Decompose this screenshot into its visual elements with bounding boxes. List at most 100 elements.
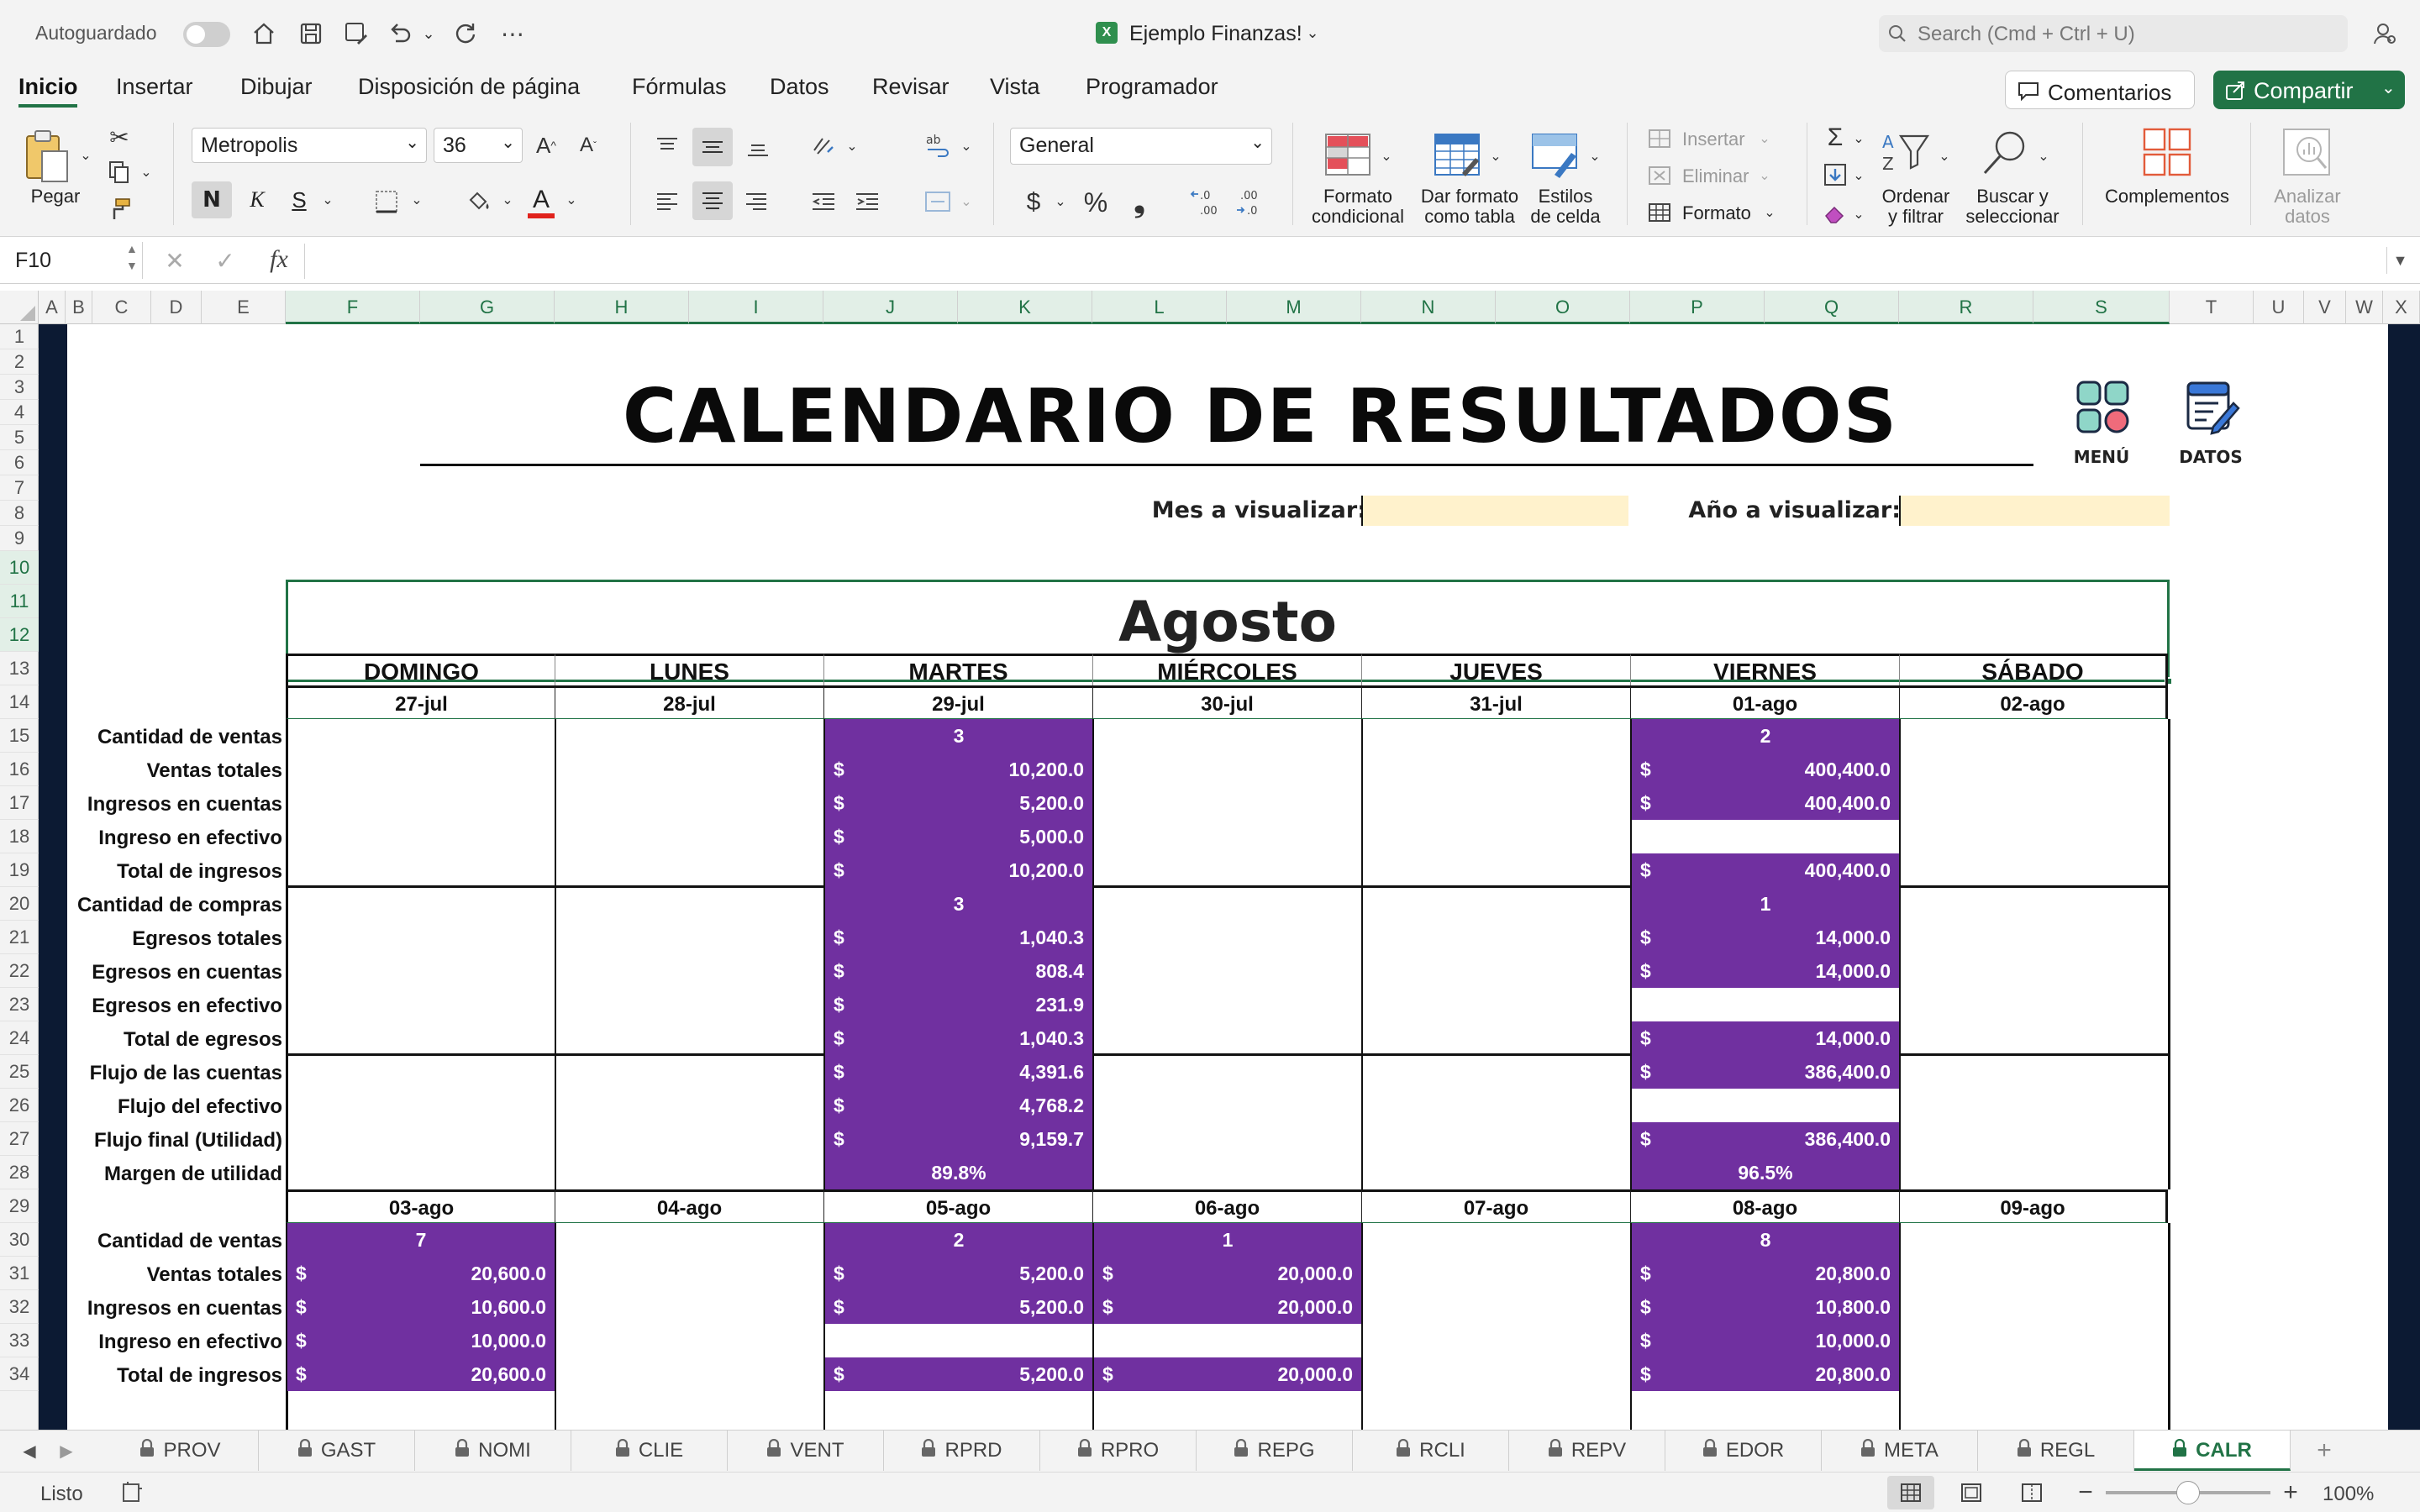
tab-scroll-left-icon[interactable]: ◀: [17, 1437, 42, 1464]
addins-icon[interactable]: [2139, 124, 2195, 180]
zoom-slider-thumb[interactable]: [2176, 1481, 2200, 1504]
autosum-dropdown-icon[interactable]: ⌄: [1850, 128, 1867, 150]
insert-dropdown-icon[interactable]: ⌄: [1756, 128, 1773, 150]
orientation-icon[interactable]: [805, 128, 842, 165]
bold-button[interactable]: N: [192, 181, 232, 218]
undo-dropdown-icon[interactable]: ⌄: [418, 22, 439, 45]
row-header[interactable]: 34: [0, 1357, 39, 1391]
column-header[interactable]: C: [92, 291, 151, 324]
more-icon[interactable]: ⋯: [496, 18, 529, 49]
currency-dropdown-icon[interactable]: ⌄: [1052, 190, 1069, 213]
worksheet-grid[interactable]: CALENDARIO DE RESULTADOS MENÚ DATOS Mes …: [39, 324, 2420, 1430]
row-header[interactable]: 27: [0, 1122, 39, 1156]
date-cell[interactable]: 31-jul: [1361, 685, 1630, 719]
row-header[interactable]: 23: [0, 988, 39, 1021]
cell-styles-dropdown-icon[interactable]: ⌄: [1586, 144, 1603, 168]
zoom-in-icon[interactable]: +: [2279, 1478, 2302, 1506]
row-header[interactable]: 2: [0, 349, 39, 375]
select-all-corner[interactable]: [0, 291, 39, 324]
format-as-table-dropdown-icon[interactable]: ⌄: [1487, 144, 1504, 168]
column-header-selected[interactable]: F: [286, 291, 420, 324]
column-header[interactable]: E: [202, 291, 286, 324]
date-cell[interactable]: 05-ago: [823, 1189, 1092, 1223]
sheet-tab-gast[interactable]: GAST: [259, 1431, 415, 1471]
sheet-tab-regl[interactable]: REGL: [1978, 1431, 2134, 1471]
fill-color-icon[interactable]: [462, 185, 496, 218]
column-header-selected[interactable]: H: [555, 291, 689, 324]
row-header[interactable]: 17: [0, 786, 39, 820]
column-header-selected[interactable]: P: [1630, 291, 1765, 324]
menu-dibujar[interactable]: Dibujar: [240, 74, 313, 100]
autosum-icon[interactable]: Σ: [1820, 123, 1850, 153]
insert-cells-label[interactable]: Insertar: [1682, 129, 1745, 150]
column-header[interactable]: D: [151, 291, 202, 324]
decrease-decimal-icon[interactable]: .00.0: [1234, 185, 1270, 220]
date-cell[interactable]: 03-ago: [286, 1189, 555, 1223]
column-header[interactable]: V: [2304, 291, 2346, 324]
row-header[interactable]: 24: [0, 1021, 39, 1055]
name-box[interactable]: F10 ▲ ▼: [0, 242, 143, 279]
insert-function-icon[interactable]: fx: [262, 245, 296, 276]
decrease-indent-icon[interactable]: [805, 183, 842, 220]
column-header-selected[interactable]: N: [1361, 291, 1496, 324]
column-header-selected[interactable]: M: [1227, 291, 1361, 324]
row-header[interactable]: 19: [0, 853, 39, 887]
cancel-entry-icon[interactable]: ✕: [160, 245, 190, 276]
account-icon[interactable]: [2368, 17, 2402, 50]
row-header[interactable]: 1: [0, 324, 39, 349]
font-color-icon[interactable]: A: [524, 183, 558, 217]
row-header-selected[interactable]: 11: [0, 585, 39, 618]
row-header[interactable]: 8: [0, 501, 39, 526]
decrease-font-icon[interactable]: Aˇ: [573, 129, 603, 161]
format-cells-icon[interactable]: [1645, 200, 1674, 225]
row-header[interactable]: 28: [0, 1156, 39, 1189]
menu-disposicion[interactable]: Disposición de página: [358, 74, 580, 100]
row-header[interactable]: 4: [0, 400, 39, 425]
sheet-tab-meta[interactable]: META: [1822, 1431, 1978, 1471]
number-format-select[interactable]: General ⌄: [1010, 128, 1272, 165]
expand-formula-icon[interactable]: ▼: [2386, 247, 2413, 274]
row-header[interactable]: 7: [0, 475, 39, 501]
clear-icon[interactable]: [1820, 198, 1850, 228]
increase-decimal-icon[interactable]: .0.00: [1188, 185, 1225, 220]
save-icon[interactable]: [294, 18, 328, 49]
sort-filter-icon[interactable]: AZ: [1879, 126, 1933, 180]
row-header[interactable]: 15: [0, 719, 39, 753]
column-header-selected[interactable]: R: [1899, 291, 2033, 324]
addins-label[interactable]: Complementos: [2097, 186, 2237, 207]
column-header-selected[interactable]: G: [420, 291, 555, 324]
name-box-up-icon[interactable]: ▲: [126, 242, 138, 255]
row-header[interactable]: 3: [0, 375, 39, 400]
column-header-selected[interactable]: L: [1092, 291, 1227, 324]
date-cell[interactable]: 06-ago: [1092, 1189, 1361, 1223]
sheet-tab-nomi[interactable]: NOMI: [415, 1431, 571, 1471]
undo-icon[interactable]: [383, 18, 417, 49]
year-selector-input[interactable]: [1899, 496, 2170, 526]
paste-dropdown-icon[interactable]: ⌄: [77, 144, 94, 166]
underline-button[interactable]: S: [284, 181, 314, 218]
row-header[interactable]: 20: [0, 887, 39, 921]
share-dropdown-icon[interactable]: ⌄: [2381, 77, 2396, 98]
orientation-dropdown-icon[interactable]: ⌄: [844, 134, 860, 158]
underline-dropdown-icon[interactable]: ⌄: [319, 188, 336, 212]
font-size-select[interactable]: 36 ⌄: [434, 128, 523, 163]
home-icon[interactable]: [247, 18, 281, 49]
row-header[interactable]: 16: [0, 753, 39, 786]
column-header[interactable]: X: [2383, 291, 2420, 324]
align-middle-icon[interactable]: [692, 128, 733, 166]
autosave-toggle[interactable]: [183, 22, 230, 47]
row-header[interactable]: 13: [0, 652, 39, 685]
merge-dropdown-icon[interactable]: ⌄: [958, 190, 975, 213]
data-button[interactable]: DATOS: [2173, 380, 2249, 472]
sheet-tab-vent[interactable]: VENT: [728, 1431, 884, 1471]
row-header[interactable]: 31: [0, 1257, 39, 1290]
font-name-select[interactable]: Metropolis ⌄: [192, 128, 427, 163]
copy-icon[interactable]: [104, 158, 134, 186]
row-header[interactable]: 33: [0, 1324, 39, 1357]
title-dropdown-icon[interactable]: ⌄: [1304, 22, 1321, 44]
find-select-icon[interactable]: [1978, 126, 2032, 180]
insert-cells-icon[interactable]: [1645, 126, 1674, 151]
increase-font-icon[interactable]: A ^: [531, 129, 561, 161]
date-cell[interactable]: 04-ago: [555, 1189, 823, 1223]
delete-cells-label[interactable]: Eliminar: [1682, 166, 1749, 186]
